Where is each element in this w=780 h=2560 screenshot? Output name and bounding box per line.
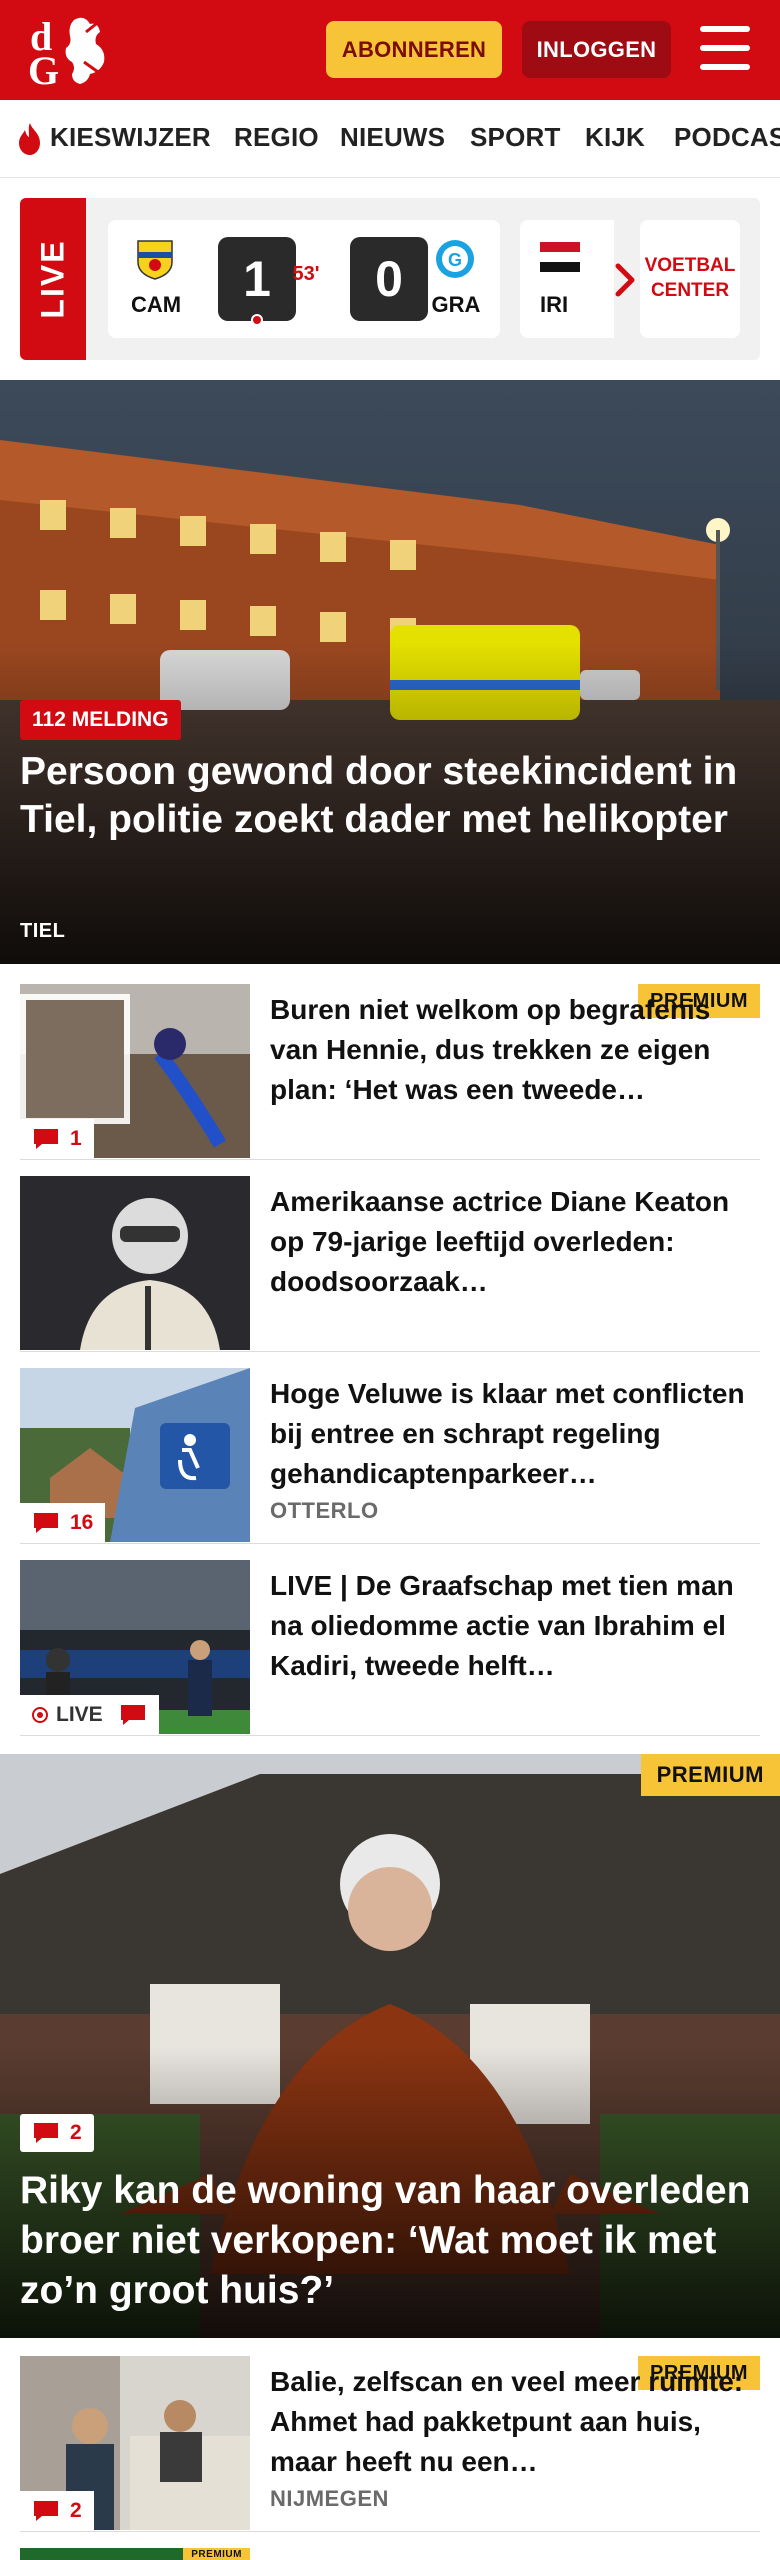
voetbalcenter-line2: CENTER xyxy=(650,280,730,301)
article-list-item[interactable]: PREMIUM 1 Buren niet welkom op begrafeni… xyxy=(20,984,760,1160)
comment-count[interactable]: 2 xyxy=(20,2491,94,2531)
comment-count[interactable]: 1 xyxy=(20,1119,94,1159)
away-team-name: GRA xyxy=(431,292,481,317)
comment-count[interactable]: 2 xyxy=(20,2114,94,2152)
live-scores-bar: LIVE CAM 1 53' 0 G GRA IRI VOETBAL CENTE… xyxy=(20,198,760,360)
goal-indicator-dot xyxy=(251,314,263,326)
chevron-right-icon[interactable] xyxy=(610,260,640,300)
article-headline[interactable]: LIVE | De Graafschap met tien man na oli… xyxy=(270,1566,760,1686)
top-bar: d G ABONNEREN INLOGGEN xyxy=(0,0,780,100)
comment-count-value: 2 xyxy=(70,2121,82,2144)
hero-photo xyxy=(0,380,780,964)
comment-icon xyxy=(34,1513,58,1533)
de-gelderlander-logo[interactable]: d G xyxy=(24,12,120,90)
flame-icon xyxy=(19,123,40,155)
article-headline[interactable]: Hoge Veluwe is klaar met conflicten bij … xyxy=(270,1374,760,1494)
login-button[interactable]: INLOGGEN xyxy=(522,21,671,78)
de-graafschap-logo-icon: G xyxy=(436,240,474,278)
nav-item-regio[interactable]: REGIO xyxy=(234,122,319,153)
comment-icon xyxy=(34,2501,58,2521)
nav-item-podcast[interactable]: PODCAS xyxy=(674,122,780,153)
next-team-name: IRI xyxy=(540,292,569,317)
article-list-item[interactable]: PREMIUM 2 Balie, zelfscan en veel meer r… xyxy=(20,2356,760,2532)
article-headline[interactable]: Balie, zelfscan en veel meer ruimte: Ahm… xyxy=(270,2362,760,2482)
article-location: OTTERLO xyxy=(270,1498,379,1523)
article-list-item[interactable]: 16 Hoge Veluwe is klaar met conflicten b… xyxy=(20,1368,760,1544)
category-tag[interactable]: 112 MELDING xyxy=(20,700,181,740)
nav-item-nieuws[interactable]: NIEUWS xyxy=(340,122,445,153)
premium-badge: PREMIUM xyxy=(183,2548,250,2560)
article-list-item[interactable]: Amerikaanse actrice Diane Keaton op 79-j… xyxy=(20,1176,760,1352)
next-match-card[interactable]: IRI xyxy=(520,220,614,338)
voetbalcenter-line1: VOETBAL xyxy=(644,255,736,277)
article-location: NIJMEGEN xyxy=(270,2486,389,2511)
article-thumbnail: PREMIUM xyxy=(20,2548,250,2560)
voetbalcenter-link[interactable]: VOETBAL CENTER xyxy=(640,220,740,338)
live-label-text: LIVE xyxy=(56,1703,103,1726)
comment-icon xyxy=(34,2123,58,2143)
away-score: 0 xyxy=(350,237,428,321)
live-label: LIVE xyxy=(20,198,86,360)
nav-item-kieswijzer[interactable]: KIESWIJZER xyxy=(50,122,211,153)
main-navigation: KIESWIJZER REGIO NIEUWS SPORT KIJK PODCA… xyxy=(0,100,780,178)
nav-item-sport[interactable]: SPORT xyxy=(470,122,561,153)
svg-text:G: G xyxy=(28,48,59,90)
match-minute: 53' xyxy=(292,263,320,285)
hero-article[interactable]: 112 MELDING Persoon gewond door steekinc… xyxy=(0,380,780,964)
comment-count-value: 1 xyxy=(70,1127,82,1150)
live-indicator: LIVE xyxy=(20,1695,159,1735)
article-headline[interactable]: Amerikaanse actrice Diane Keaton op 79-j… xyxy=(270,1182,760,1302)
hero-location: TIEL xyxy=(20,920,66,942)
live-dot-icon xyxy=(32,1707,48,1723)
comment-count[interactable]: 16 xyxy=(20,1503,106,1543)
featured-headline[interactable]: Riky kan de woning van haar overleden br… xyxy=(20,2166,765,2316)
comment-icon[interactable] xyxy=(119,1703,147,1727)
article-list-item[interactable]: LIVE LIVE | De Graafschap met tien man n… xyxy=(20,1560,760,1736)
subscribe-button[interactable]: ABONNEREN xyxy=(326,21,502,78)
comment-count-value: 2 xyxy=(70,2499,82,2522)
premium-badge: PREMIUM xyxy=(640,1754,780,1796)
menu-icon[interactable] xyxy=(700,26,750,70)
live-match-card[interactable]: CAM 1 53' 0 G GRA xyxy=(108,220,500,338)
comment-icon xyxy=(34,1129,58,1149)
hero-headline[interactable]: Persoon gewond door steekincident in Tie… xyxy=(20,748,765,844)
featured-article[interactable]: PREMIUM 2 Riky kan de woning van haar ov… xyxy=(0,1754,780,2338)
nav-item-kijk[interactable]: KIJK xyxy=(585,122,645,153)
home-team-name: CAM xyxy=(130,292,182,317)
article-thumbnail xyxy=(20,1176,250,1350)
svg-text:G: G xyxy=(448,250,462,270)
iraq-flag-icon xyxy=(540,242,580,272)
article-headline[interactable]: Buren niet welkom op begrafenis van Henn… xyxy=(270,990,760,1110)
comment-count-value: 16 xyxy=(70,1511,94,1534)
sc-cambuur-logo-icon xyxy=(137,240,173,280)
home-score: 1 xyxy=(218,237,296,321)
